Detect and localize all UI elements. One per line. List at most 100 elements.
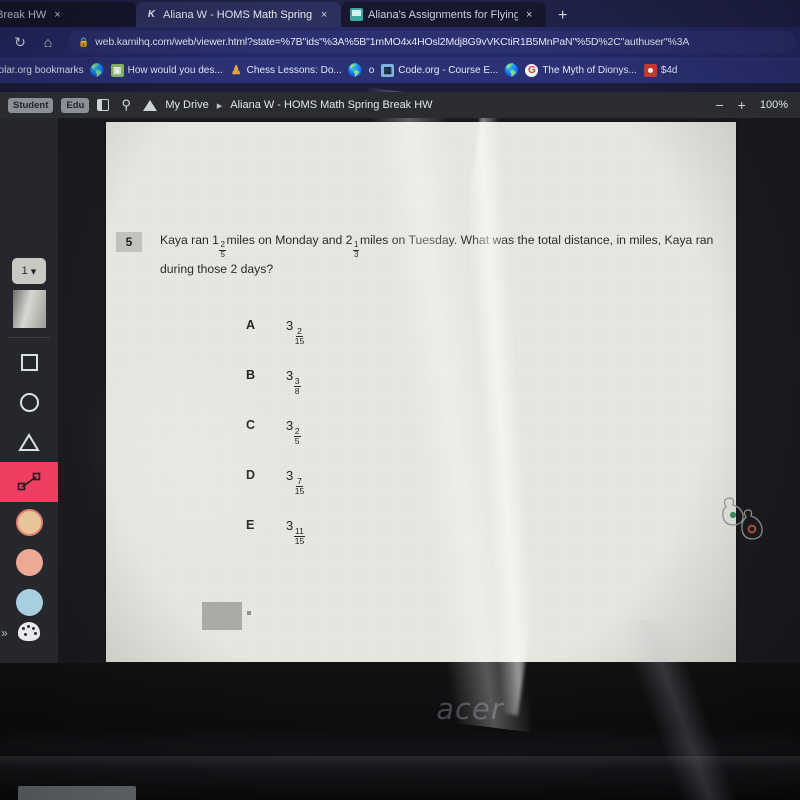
edu-badge: Edu [61, 97, 90, 113]
answer-choice-b[interactable]: B 338 [246, 368, 306, 418]
answer-choice-a[interactable]: A 3 2 15 [246, 318, 306, 368]
fraction-numerator: 2 [296, 325, 303, 337]
bookmark-label: Chess Lessons: Do... [246, 64, 342, 76]
expand-chevron-icon[interactable]: » [1, 626, 8, 640]
globe-icon: 🌎 [347, 63, 363, 77]
red-icon [643, 63, 657, 77]
color-swatch-tan[interactable] [9, 502, 49, 542]
gray-redaction-box[interactable] [202, 602, 242, 630]
answer-choice-e[interactable]: E 3 11 15 [246, 518, 306, 568]
tab-title: Aliana's Assignments for Flying [368, 8, 518, 21]
google-icon: G [525, 63, 539, 77]
zoom-in-button[interactable]: + [738, 97, 746, 113]
bookmark-item[interactable]: ▣ How would you des... [110, 63, 223, 77]
fraction-numerator: 7 [296, 475, 303, 487]
square-icon [20, 353, 38, 371]
fraction-two-fifths: 25 [219, 241, 226, 259]
swatch-blue-icon [15, 588, 43, 616]
bookmarks-bar: holar.org bookmarks 🌎 ▣ How would you de… [0, 57, 800, 83]
fraction-one-third: 13 [352, 241, 360, 259]
panel-toggle-icon[interactable] [97, 99, 110, 111]
browser-tab-3[interactable]: Aliana's Assignments for Flying × [341, 2, 546, 27]
gray-box-resize-handle[interactable] [247, 611, 251, 615]
choice-letter: C [246, 418, 256, 432]
fraction-denominator: 5 [220, 249, 225, 259]
square-tool[interactable] [9, 342, 49, 382]
choice-value: 3 7 15 [286, 468, 306, 495]
swatch-salmon-icon [15, 548, 43, 576]
circle-tool[interactable] [9, 382, 49, 422]
fraction-numerator: 3 [293, 375, 301, 387]
triangle-tool[interactable] [9, 422, 49, 462]
ink-doodle-annotation[interactable] [716, 495, 776, 550]
laptop-keyboard-deck [18, 786, 136, 800]
choice-value: 338 [286, 368, 301, 395]
page-selector-dropdown[interactable]: 1 ▾ [12, 258, 46, 284]
tab-close-icon[interactable]: × [318, 9, 330, 21]
omnibox-row: ↻ ⌂ 🔒 web.kamihq.com/web/viewer.html?sta… [0, 27, 800, 57]
bookmark-item[interactable]: ▦ Code.org - Course E... [381, 63, 498, 77]
monitor-icon [350, 8, 363, 21]
bookmark-item[interactable]: o [369, 65, 375, 76]
person-icon: ♟ [230, 63, 242, 77]
bookmark-item[interactable]: ♟ Chess Lessons: Do... [230, 63, 342, 77]
kami-k-icon: K [147, 9, 156, 20]
line-tool[interactable] [0, 462, 58, 502]
laptop-screen-photo: g Break HW × K Aliana W - HOMS Math Spri… [0, 0, 800, 800]
bookmark-item[interactable]: holar.org bookmarks [0, 64, 84, 77]
question-number-badge: 5 [116, 232, 142, 252]
answer-choice-d[interactable]: D 3 7 15 [246, 468, 306, 518]
tab-close-icon[interactable]: × [51, 9, 63, 21]
choice-fraction: 38 [293, 375, 301, 396]
color-swatch-salmon[interactable] [9, 542, 49, 582]
document-viewport[interactable]: 5 Kaya ran 1 2 5 miles on Monday and 2 1 3 mil… [58, 118, 800, 663]
google-drive-icon[interactable] [143, 99, 158, 112]
answer-choices-list: A 3 2 15 B 338 C 325 D 3 7 15 E 3 11 15 [246, 318, 306, 568]
zoom-level-label: 100% [759, 99, 788, 111]
bookmark-item[interactable]: 🌎 [347, 63, 363, 77]
color-swatch-blue[interactable] [9, 582, 49, 622]
globe-icon: 🌎 [89, 63, 105, 77]
browser-tab-1[interactable]: g Break HW × [0, 2, 136, 27]
bookmark-label: o [368, 64, 375, 76]
choice-fraction: 25 [293, 425, 301, 446]
home-icon[interactable]: ⌂ [34, 30, 62, 54]
bookmark-label: The Myth of Dionys... [542, 64, 637, 76]
choice-fraction: 7 15 [294, 475, 306, 496]
bookmark-item[interactable]: 🌎 [89, 63, 105, 77]
fraction-denominator: 15 [294, 335, 305, 346]
choice-letter: A [246, 318, 256, 332]
breadcrumb-my-drive[interactable]: My Drive [165, 99, 208, 111]
pdf-page[interactable]: 5 Kaya ran 1 2 5 miles on Monday and 2 1 3 mil… [106, 122, 763, 662]
question-block: 5 Kaya ran 1 2 5 miles on Monday and 2 1 3 mil… [116, 230, 716, 280]
fraction-numerator: 2 [293, 425, 301, 437]
palette-icon[interactable] [18, 622, 40, 641]
bookmark-label: $4d [660, 64, 678, 76]
tab-strip: g Break HW × K Aliana W - HOMS Math Spri… [0, 0, 800, 27]
browser-tab-2-active[interactable]: K Aliana W - HOMS Math Spring B × [136, 2, 341, 27]
swatch-tan-icon [15, 508, 43, 536]
reload-icon[interactable]: ↻ [6, 30, 34, 54]
answer-choice-c[interactable]: C 325 [246, 418, 306, 468]
tab-close-icon[interactable]: × [523, 9, 535, 21]
bookmark-item[interactable]: G The Myth of Dionys... [525, 63, 637, 77]
fraction-denominator: 5 [294, 435, 300, 446]
tab-title: g Break HW [0, 8, 47, 21]
bookmark-item[interactable]: $4d [643, 63, 678, 77]
choice-whole: 3 [286, 368, 294, 383]
zoom-out-button[interactable]: − [715, 97, 723, 113]
address-bar[interactable]: 🔒 web.kamihq.com/web/viewer.html?state=%… [68, 31, 796, 53]
choice-value: 3 11 15 [286, 518, 306, 545]
choice-value: 3 2 15 [286, 318, 306, 345]
fraction-numerator: 11 [294, 525, 305, 537]
tool-sidebar: 1 ▾ » [0, 118, 58, 663]
kami-app-toolbar: Student Edu ⚲ My Drive ▸ Aliana W - HOMS… [0, 92, 800, 118]
page-thumbnail[interactable] [12, 290, 46, 328]
new-tab-button[interactable]: + [546, 8, 577, 27]
circle-icon [19, 392, 39, 412]
search-icon[interactable]: ⚲ [117, 97, 135, 113]
grid-icon: ▦ [381, 63, 395, 77]
fraction-denominator: 15 [294, 535, 305, 546]
question-segment: Kaya ran 1 [160, 233, 219, 247]
bookmark-item[interactable]: 🌎 [504, 63, 519, 77]
